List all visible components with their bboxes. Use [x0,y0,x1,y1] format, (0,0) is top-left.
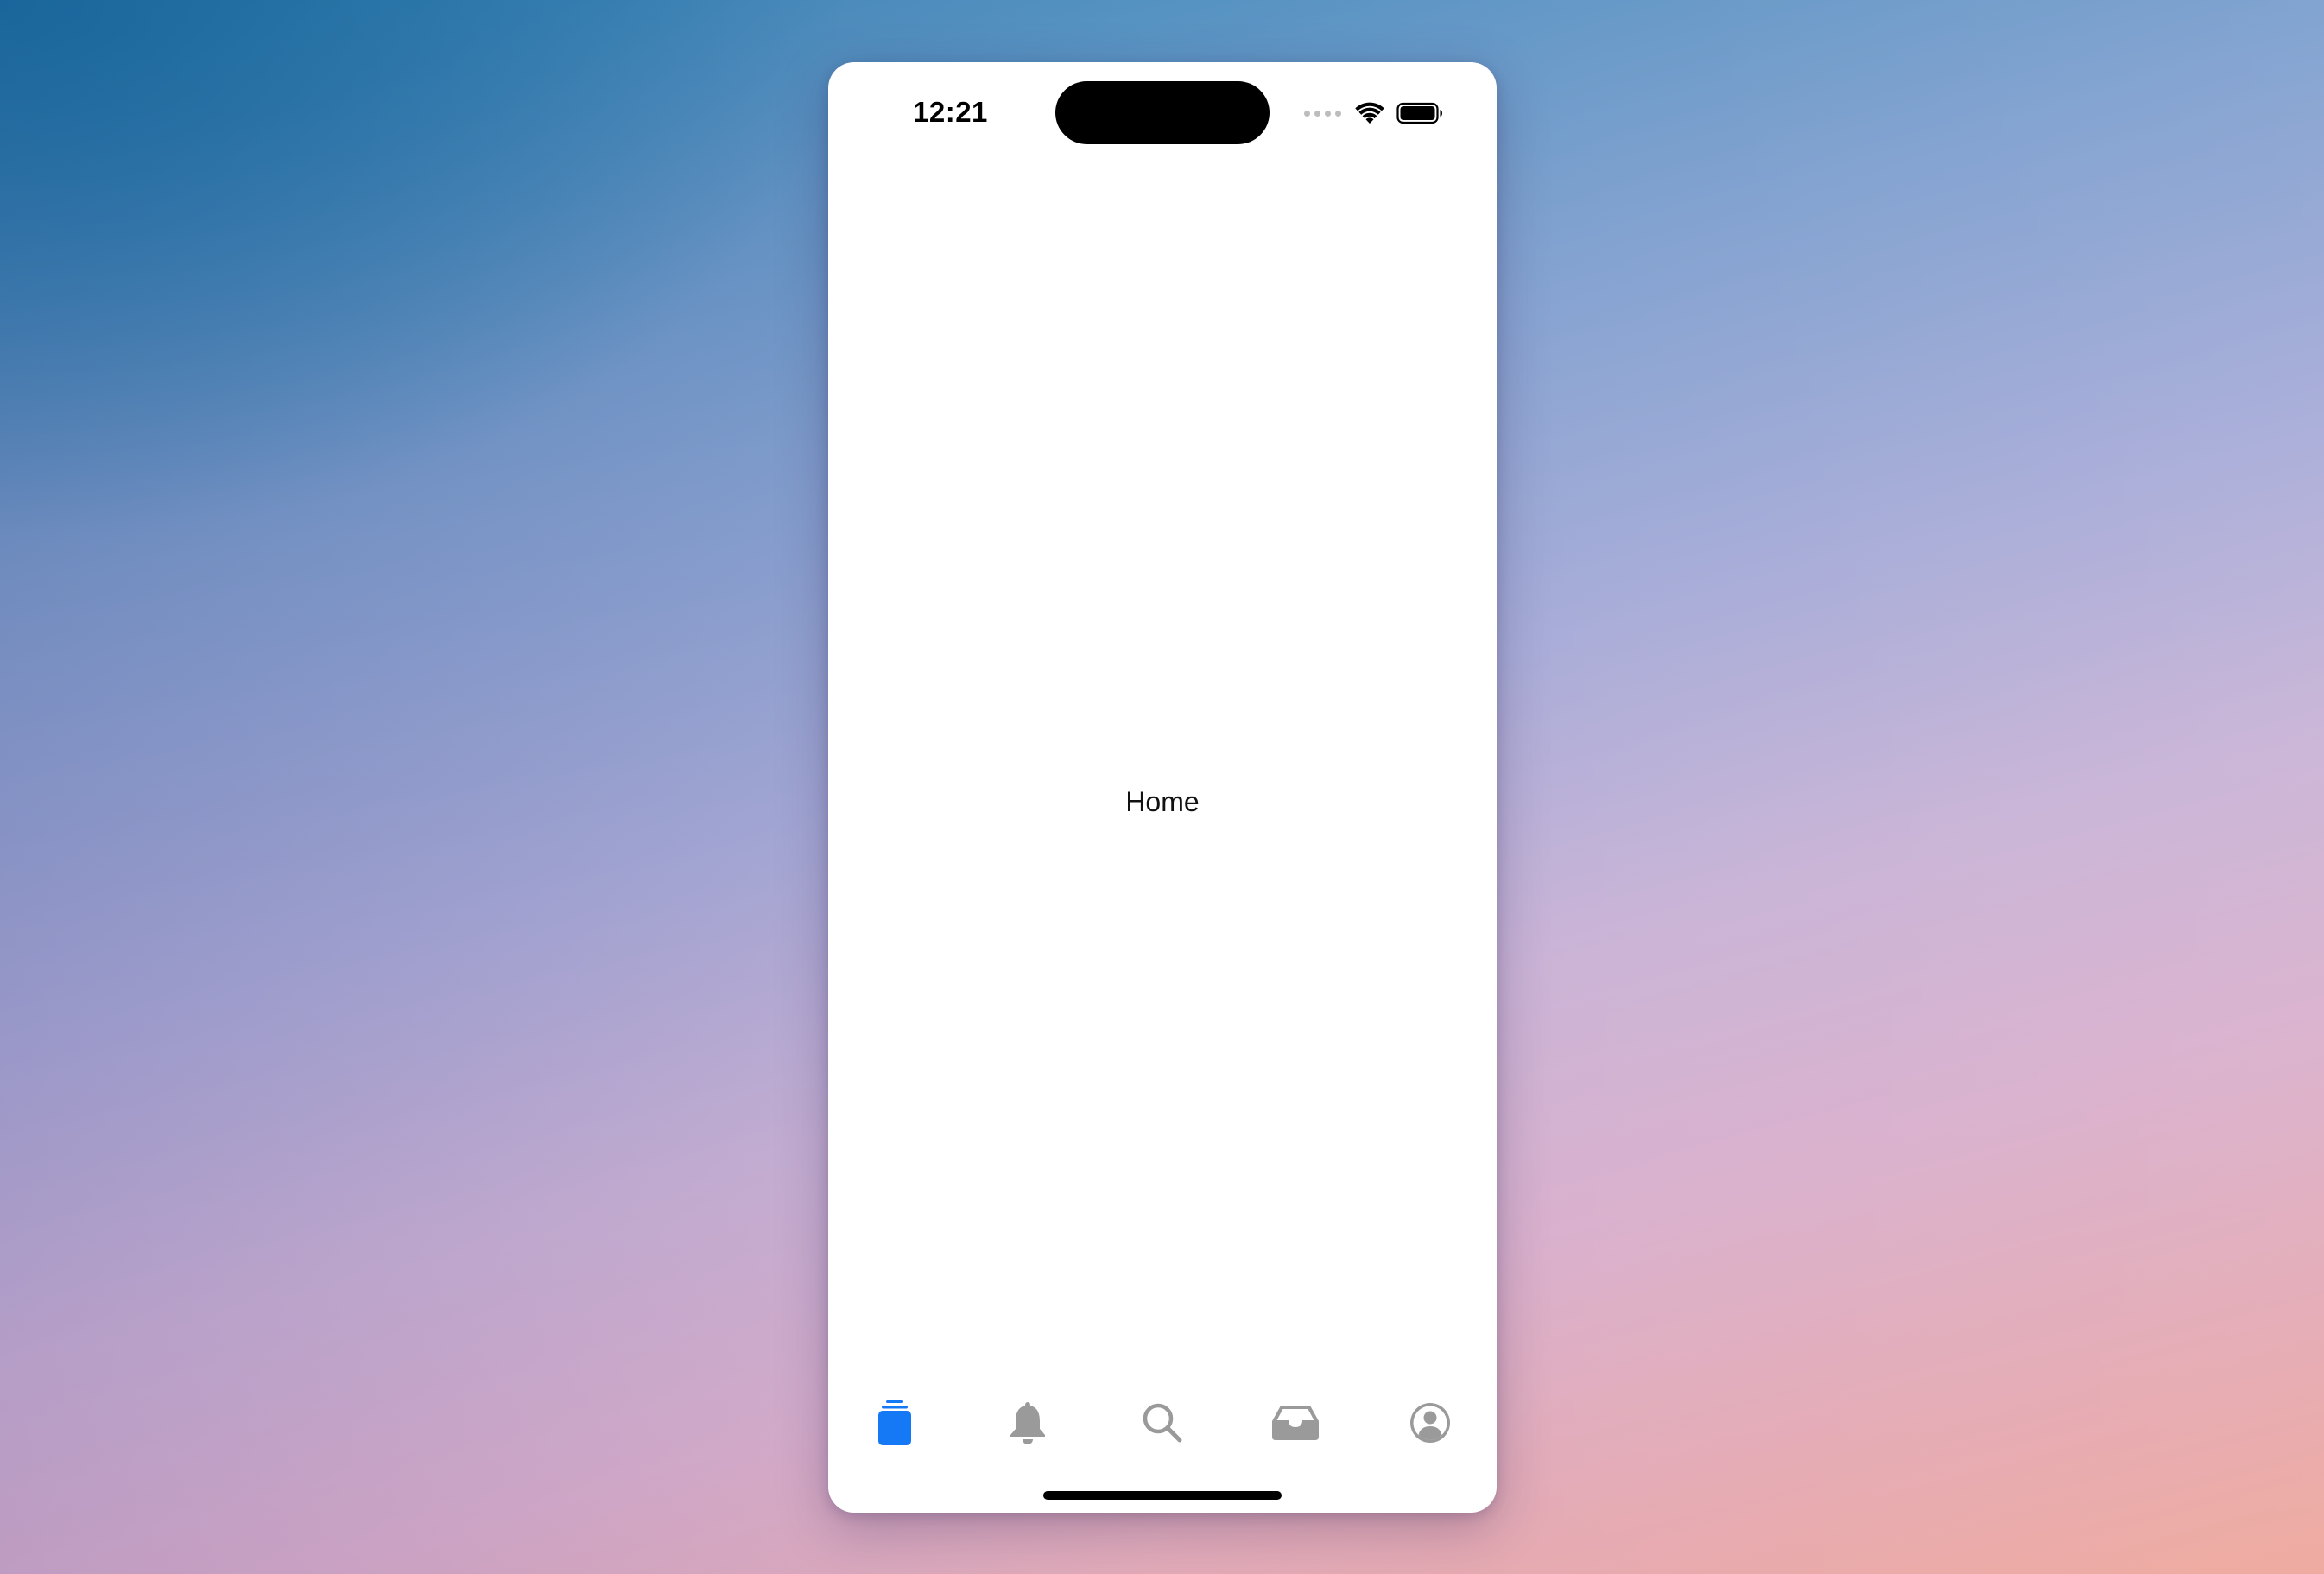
phone-screen: 12:21 Home [828,62,1497,1513]
tab-bar [828,1393,1497,1453]
tab-inbox[interactable] [1265,1393,1326,1453]
search-icon [1143,1403,1182,1443]
dynamic-island [1055,81,1270,144]
inbox-icon [1272,1406,1319,1440]
status-bar-time: 12:21 [913,96,988,128]
tab-profile[interactable] [1400,1393,1460,1453]
tab-home[interactable] [864,1393,925,1453]
bell-icon [1010,1402,1045,1444]
status-bar-indicators [1304,98,1443,128]
home-indicator[interactable] [1043,1491,1282,1500]
wifi-icon [1355,102,1384,124]
tab-notifications[interactable] [997,1393,1058,1453]
home-screen-label: Home [1125,786,1200,817]
battery-icon [1396,102,1442,124]
cellular-signal-icon [1304,110,1341,117]
tab-search[interactable] [1132,1393,1193,1453]
profile-icon [1410,1403,1450,1443]
home-stack-icon [878,1400,911,1445]
